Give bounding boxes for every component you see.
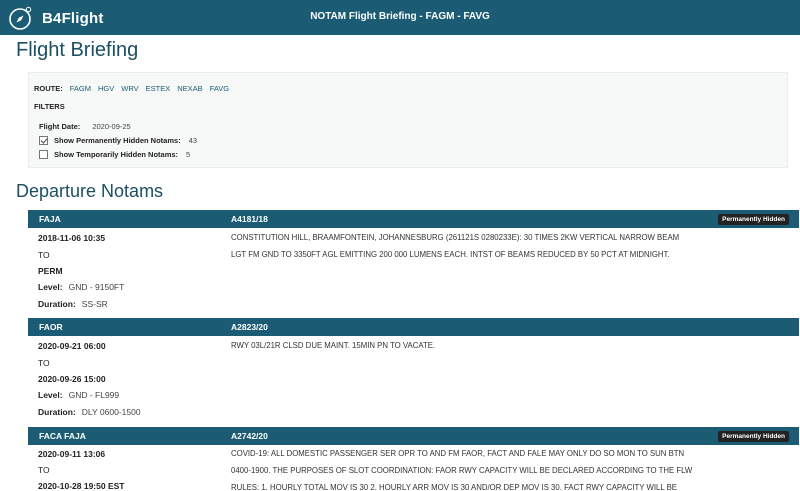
notam-text-line: RULES: 1. HOURLY TOTAL MOV IS 30 2. HOUR… bbox=[231, 483, 678, 491]
notam-id: A2742/20 bbox=[231, 431, 268, 441]
route-waypoint[interactable]: NEXAB bbox=[177, 84, 202, 93]
notam-text-line: RWY 03L/21R CLSD DUE MAINT. 15MIN PN TO … bbox=[231, 341, 436, 350]
duration-value: SS-SR bbox=[81, 299, 108, 309]
notam-text-line: 0400-1900. THE PURPOSES OF SLOT COORDINA… bbox=[231, 466, 693, 475]
page-title: Flight Briefing bbox=[16, 39, 139, 61]
notam-id: A4181/18 bbox=[231, 214, 268, 224]
notam-to-label: TO bbox=[38, 358, 50, 368]
section-title: Departure Notams bbox=[16, 181, 164, 201]
route-waypoint[interactable]: WRV bbox=[121, 84, 138, 93]
notam-text-line: LGT FM GND TO 3350FT AGL EMITTING 200 00… bbox=[231, 250, 670, 259]
flight-date-value[interactable]: 2020-09-25 bbox=[92, 122, 130, 131]
notam-duration: Duration: SS-SR bbox=[38, 299, 108, 309]
top-navbar: B4Flight NOTAM Flight Briefing - FAGM - … bbox=[0, 0, 800, 35]
notam-to-label: TO bbox=[38, 465, 50, 475]
temporarily-hidden-label: Show Temporarily Hidden Notams: bbox=[54, 150, 179, 159]
level-value: GND - 9150FT bbox=[68, 282, 125, 292]
notam-header[interactable]: FAJA A4181/18 Permanently Hidden bbox=[28, 210, 799, 228]
notam-duration: Duration: DLY 0600-1500 bbox=[38, 407, 141, 417]
notam-from: 2020-09-21 06:00 bbox=[38, 341, 106, 351]
permanently-hidden-label: Show Permanently Hidden Notams: bbox=[54, 136, 181, 145]
permanently-hidden-badge[interactable]: Permanently Hidden bbox=[718, 214, 789, 225]
temporarily-hidden-count: 5 bbox=[186, 150, 191, 159]
notam-to: 2020-10-28 19:50 EST bbox=[38, 481, 125, 491]
notam-level: Level: GND - FL999 bbox=[38, 390, 119, 400]
notam-location: FAJA bbox=[39, 214, 61, 224]
temporarily-hidden-checkbox[interactable] bbox=[39, 150, 48, 159]
notam-level: Level: GND - 9150FT bbox=[38, 282, 124, 292]
notam-to: PERM bbox=[38, 266, 63, 276]
permanently-hidden-badge[interactable]: Permanently Hidden bbox=[718, 431, 789, 442]
filters-panel: ROUTE: FAGM HGV WRV ESTEX NEXAB FAVG FIL… bbox=[28, 72, 788, 168]
permanently-hidden-count: 43 bbox=[188, 136, 198, 145]
duration-label: Duration: bbox=[38, 299, 76, 309]
notam-header[interactable]: FACA FAJA A2742/20 Permanently Hidden bbox=[28, 427, 799, 445]
notam-from: 2018-11-06 10:35 bbox=[38, 233, 106, 243]
level-label: Level: bbox=[38, 390, 63, 400]
notam-header[interactable]: FAOR A2823/20 bbox=[28, 318, 799, 336]
route-waypoint[interactable]: FAGM bbox=[70, 84, 91, 93]
filters-heading: FILTERS bbox=[34, 102, 65, 111]
window-title: NOTAM Flight Briefing - FAGM - FAVG bbox=[310, 11, 490, 22]
level-label: Level: bbox=[38, 282, 63, 292]
route-label: ROUTE: bbox=[34, 84, 63, 93]
permanently-hidden-checkbox[interactable] bbox=[39, 136, 48, 145]
temporarily-hidden-row: Show Temporarily Hidden Notams: 5 bbox=[39, 150, 190, 159]
route-waypoint[interactable]: HGV bbox=[98, 84, 114, 93]
notam-text-line: COVID-19: ALL DOMESTIC PASSENGER SER OPR… bbox=[231, 449, 685, 458]
flight-date-label: Flight Date: bbox=[39, 122, 81, 131]
route-row: ROUTE: FAGM HGV WRV ESTEX NEXAB FAVG bbox=[34, 84, 229, 93]
notam-from: 2020-09-11 13:06 bbox=[38, 449, 106, 459]
notam-location: FAOR bbox=[39, 322, 63, 332]
notam-to-label: TO bbox=[38, 250, 50, 260]
notam-location: FACA FAJA bbox=[39, 431, 86, 441]
permanently-hidden-row: Show Permanently Hidden Notams: 43 bbox=[39, 136, 197, 145]
notam-text-line: CONSTITUTION HILL, BRAAMFONTEIN, JOHANNE… bbox=[231, 233, 680, 242]
duration-value: DLY 0600-1500 bbox=[81, 407, 141, 417]
route-waypoint[interactable]: ESTEX bbox=[146, 84, 171, 93]
notam-to: 2020-09-26 15:00 bbox=[38, 374, 106, 384]
level-value: GND - FL999 bbox=[68, 390, 120, 400]
route-waypoint[interactable]: FAVG bbox=[210, 84, 229, 93]
flight-date-row: Flight Date: 2020-09-25 bbox=[39, 122, 131, 131]
notam-id: A2823/20 bbox=[231, 322, 268, 332]
duration-label: Duration: bbox=[38, 407, 76, 417]
